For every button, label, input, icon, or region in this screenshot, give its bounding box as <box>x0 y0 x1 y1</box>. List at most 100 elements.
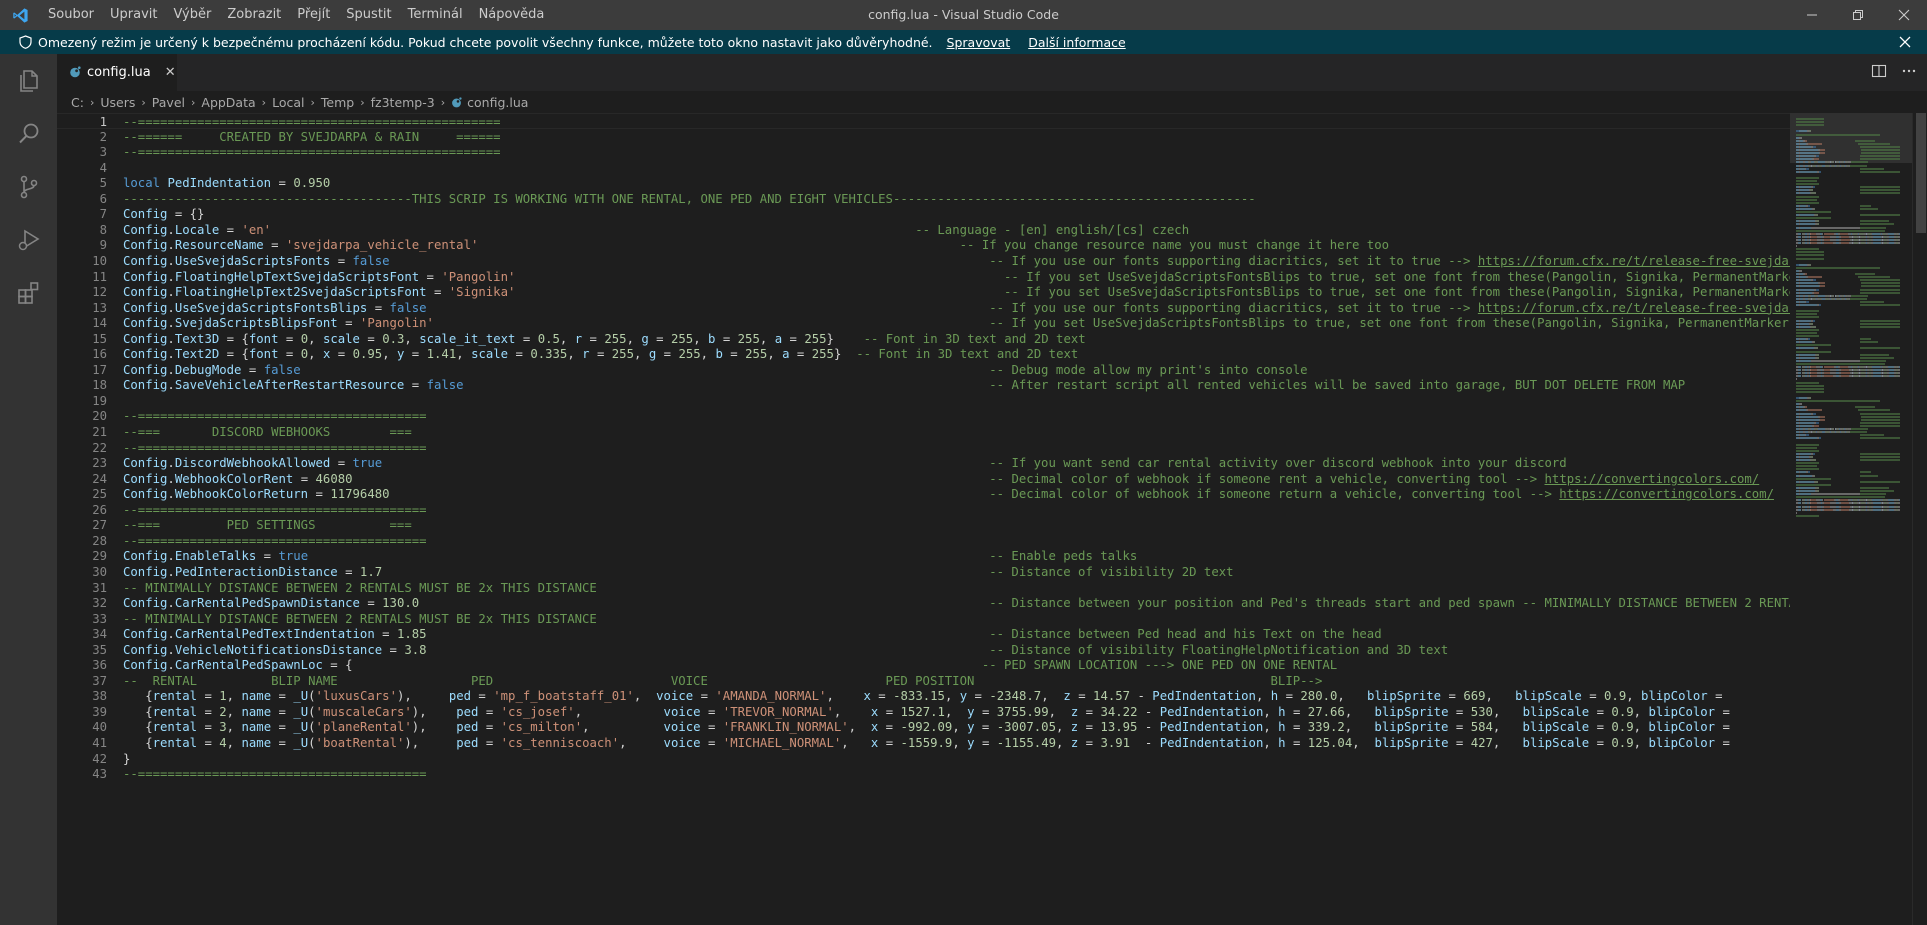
tab-config-lua[interactable]: config.lua ✕ <box>57 54 177 91</box>
text-token: . <box>167 487 175 502</box>
close-tab-icon[interactable]: ✕ <box>165 65 176 80</box>
breadcrumb-item[interactable]: fz3temp-3 <box>371 95 435 110</box>
breadcrumb-item[interactable]: Users <box>100 95 135 110</box>
code-line[interactable]: 1 --=====================================… <box>57 113 1790 129</box>
minimap-line <box>1796 121 1825 124</box>
code-line[interactable]: 16 Config.Text2D = {font = 0, x = 0.95, y… <box>57 346 1790 362</box>
identifier-token: PedIndentation <box>1159 704 1264 719</box>
source-control-icon[interactable] <box>0 160 57 213</box>
url-link[interactable]: https://forum.cfx.re/t/release-free-svej… <box>1478 254 1790 268</box>
menu-item[interactable]: Nápověda <box>471 0 553 30</box>
vertical-scrollbar[interactable] <box>1912 113 1927 925</box>
code-line[interactable]: 35 Config.VehicleNotificationsDistance = … <box>57 642 1790 658</box>
breadcrumb-item[interactable]: Local <box>272 95 304 110</box>
code-line[interactable]: 21 --=== DISCORD WEBHOOKS === <box>57 424 1790 440</box>
code-line[interactable]: 11 Config.FloatingHelpTextSvejdaScriptsFo… <box>57 269 1790 285</box>
url-link[interactable]: https://forum.cfx.re/t/release-free-svej… <box>1478 301 1790 315</box>
code-line[interactable]: 27 --=== PED SETTINGS === <box>57 517 1790 533</box>
comment-token: -- Font in 3D text and 2D text <box>863 331 1086 346</box>
identifier-token: CarRentalPedSpawnDistance <box>174 596 360 611</box>
code-line[interactable]: 38 {rental = 1, name = _U('luxusCars'), … <box>57 688 1790 704</box>
code-line[interactable]: 20 --====================================… <box>57 408 1790 424</box>
run-debug-icon[interactable] <box>0 213 57 266</box>
code-line[interactable]: 2 --====== CREATED BY SVEJDARPA & RAIN ==… <box>57 129 1790 145</box>
minimap-line <box>1860 322 1900 325</box>
code-line[interactable]: 30 Config.PedInteractionDistance = 1.7 --… <box>57 564 1790 580</box>
text-token: . <box>167 238 175 253</box>
code-line[interactable]: 8 Config.Locale = 'en' -- Language - [en]… <box>57 222 1790 238</box>
code-line[interactable]: 17 Config.DebugMode = false -- Debug mode… <box>57 362 1790 378</box>
minimap-line <box>1806 167 1810 170</box>
minimap[interactable] <box>1790 113 1912 925</box>
code-line[interactable]: 43 --====================================… <box>57 766 1790 782</box>
code-line[interactable]: 39 {rental = 2, name = _U('muscaleCars')… <box>57 704 1790 720</box>
code-line[interactable]: 28 --====================================… <box>57 533 1790 549</box>
code-line[interactable]: 23 Config.DiscordWebhookAllowed = true --… <box>57 455 1790 471</box>
code-line[interactable]: 36 Config.CarRentalPedSpawnLoc = { -- PED… <box>57 657 1790 673</box>
code-line[interactable]: 26 --====================================… <box>57 502 1790 518</box>
text-token: , <box>1263 720 1279 735</box>
close-banner-icon[interactable] <box>1895 32 1915 52</box>
manage-link[interactable]: Spravovat <box>947 35 1011 50</box>
code-line[interactable]: 6 ---------------------------------------… <box>57 191 1790 207</box>
code-line[interactable]: 12 Config.FloatingHelpText2SvejdaScriptsF… <box>57 284 1790 300</box>
scrollbar-thumb[interactable] <box>1916 113 1926 233</box>
code-line[interactable]: 18 Config.SaveVehicleAfterRestartResource… <box>57 377 1790 393</box>
code-line[interactable]: 13 Config.UseSvejdaScriptsFontsBlips = fa… <box>57 300 1790 316</box>
extensions-icon[interactable] <box>0 266 57 319</box>
restore-button[interactable] <box>1835 0 1881 30</box>
menu-item[interactable]: Přejít <box>289 0 338 30</box>
breadcrumb-item[interactable]: Pavel <box>152 95 185 110</box>
code-line[interactable]: 34 Config.CarRentalPedTextIndentation = 1… <box>57 626 1790 642</box>
split-editor-icon[interactable] <box>1871 63 1887 83</box>
menu-item[interactable]: Zobrazit <box>219 0 289 30</box>
code-line[interactable]: 24 Config.WebhookColorRent = 46080 -- Dec… <box>57 471 1790 487</box>
minimize-button[interactable] <box>1789 0 1835 30</box>
minimap-line <box>1840 235 1849 238</box>
code-line[interactable]: 19 <box>57 393 1790 409</box>
code-editor[interactable]: 1 --=====================================… <box>57 113 1790 925</box>
menu-item[interactable]: Upravit <box>102 0 165 30</box>
code-line[interactable]: 29 Config.EnableTalks = true -- Enable pe… <box>57 548 1790 564</box>
code-line[interactable]: 3 --=====================================… <box>57 144 1790 160</box>
code-line[interactable]: 37 -- RENTAL BLIP NAME PED VOICE PED POSI… <box>57 673 1790 689</box>
code-line[interactable]: 41 {rental = 4, name = _U('boatRental'),… <box>57 735 1790 751</box>
menu-item[interactable]: Spustit <box>338 0 399 30</box>
menu-item[interactable]: Výběr <box>165 0 219 30</box>
code-line[interactable]: 31 -- MINIMALLY DISTANCE BETWEEN 2 RENTAL… <box>57 580 1790 596</box>
text-token: = <box>789 347 812 362</box>
url-link[interactable]: https://convertingcolors.com/ <box>1559 487 1774 501</box>
code-line[interactable]: 40 {rental = 3, name = _U('planeRental')… <box>57 719 1790 735</box>
code-line[interactable]: 14 Config.SvejdaScriptsBlipsFont = 'Pango… <box>57 315 1790 331</box>
close-window-button[interactable] <box>1881 0 1927 30</box>
code-line[interactable]: 9 Config.ResourceName = 'svejdarpa_vehicl… <box>57 237 1790 253</box>
code-line[interactable]: 42} <box>57 751 1790 767</box>
more-info-link[interactable]: Další informace <box>1028 35 1125 50</box>
search-icon[interactable] <box>0 107 57 160</box>
code-line[interactable]: 10 Config.UseSvejdaScriptsFonts = false -… <box>57 253 1790 269</box>
number-token: 1 <box>219 689 227 704</box>
menu-item[interactable]: Soubor <box>40 0 102 30</box>
breadcrumb-item[interactable]: C: <box>71 95 84 110</box>
code-line[interactable]: 15 Config.Text3D = {font = 0, scale = 0.3… <box>57 331 1790 347</box>
breadcrumb-item[interactable]: Temp <box>321 95 354 110</box>
breadcrumb-item[interactable]: AppData <box>201 95 255 110</box>
code-line[interactable]: 22 --====================================… <box>57 440 1790 456</box>
text-token: , <box>952 720 968 735</box>
line-number: 28 <box>92 533 107 548</box>
code-line[interactable]: 4 <box>57 160 1790 176</box>
code-line[interactable]: 33 -- MINIMALLY DISTANCE BETWEEN 2 RENTAL… <box>57 611 1790 627</box>
breadcrumb-item[interactable]: config.lua <box>467 95 528 110</box>
more-actions-icon[interactable] <box>1901 63 1917 83</box>
url-link[interactable]: https://convertingcolors.com/ <box>1545 472 1760 486</box>
code-line[interactable]: 32 Config.CarRentalPedSpawnDistance = 130… <box>57 595 1790 611</box>
text-token: . <box>167 222 175 237</box>
menu-item[interactable]: Terminál <box>400 0 471 30</box>
text-token: = <box>967 689 990 704</box>
files-icon[interactable] <box>0 54 57 107</box>
code-line[interactable]: 25 Config.WebhookColorReturn = 11796480 -… <box>57 486 1790 502</box>
text-token: = <box>419 269 442 284</box>
code-line[interactable]: 5 local PedIndentation = 0.950 <box>57 175 1790 191</box>
code-line[interactable]: 7 Config = {} <box>57 206 1790 222</box>
